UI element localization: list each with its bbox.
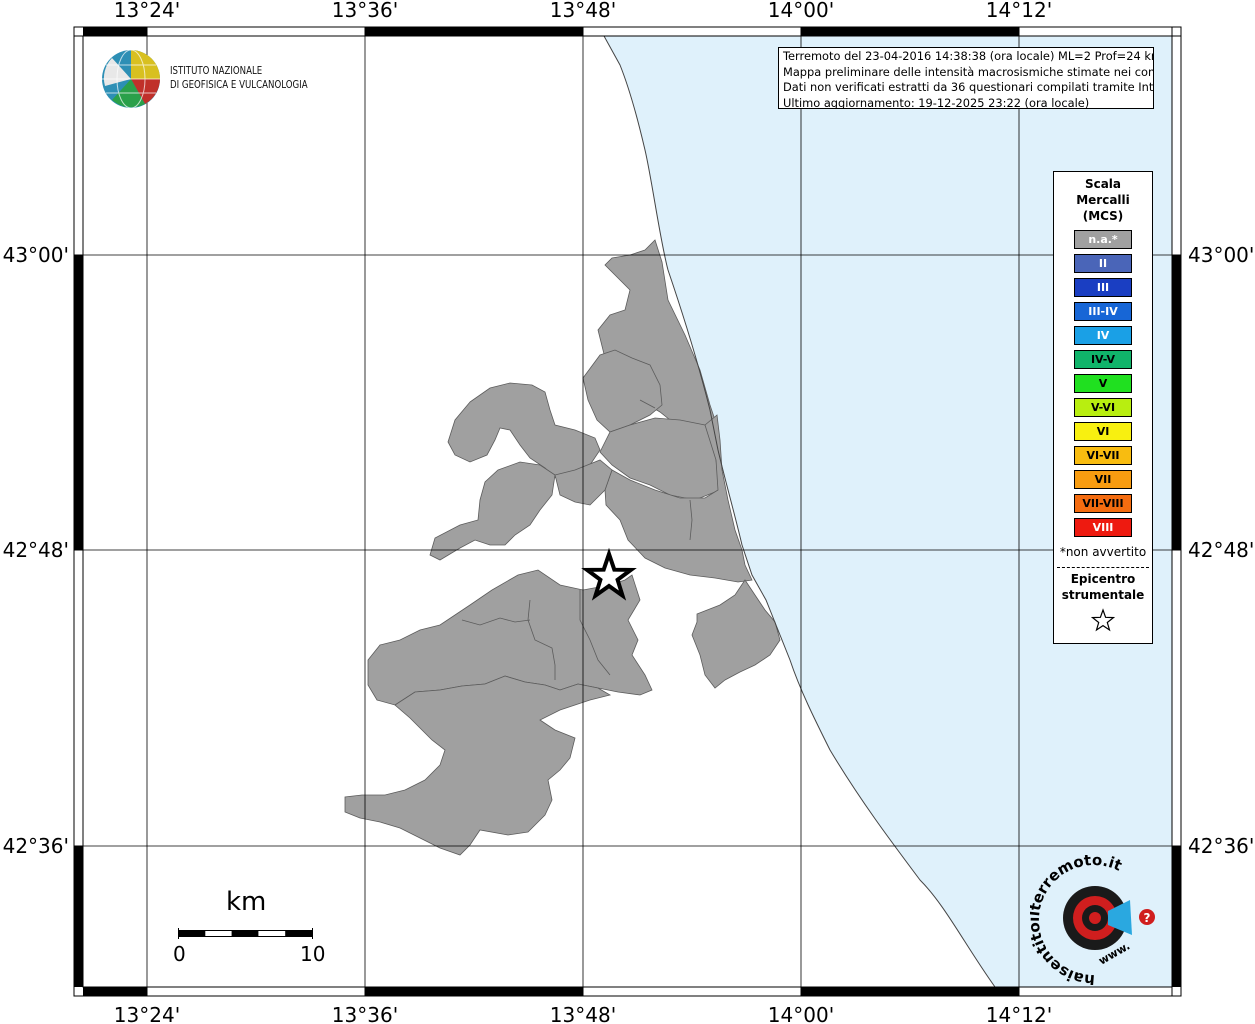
legend-item: VII-VIII <box>1074 494 1132 513</box>
info-line-1: Terremoto del 23-04-2016 14:38:38 (ora l… <box>783 49 1154 63</box>
legend-title-line: (MCS) <box>1082 209 1124 223</box>
scale-bar-graphic <box>178 928 313 939</box>
legend-item: III-IV <box>1074 302 1132 321</box>
legend-star-icon <box>1091 608 1115 632</box>
lat-label-right: 42°48' <box>1188 538 1254 562</box>
lat-label-left: 42°48' <box>3 538 69 562</box>
legend-title-line: Mercalli <box>1076 193 1130 207</box>
lon-label-top: 14°00' <box>768 0 834 22</box>
logo-line-2: DI GEOFISICA E VULCANOLOGIA <box>170 79 308 91</box>
legend-item: IV-V <box>1074 350 1132 369</box>
scale-bar: km 0 10 <box>168 886 338 976</box>
legend-title: Scala Mercalli (MCS) <box>1054 176 1152 224</box>
legend-item: VI-VII <box>1074 446 1132 465</box>
ingv-logo: ISTITUTO NAZIONALE DI GEOFISICA E VULCAN… <box>100 48 330 110</box>
mcs-legend: Scala Mercalli (MCS) *non avvertito Epic… <box>1053 171 1153 644</box>
legend-item: V <box>1074 374 1132 393</box>
legend-item: n.a.* <box>1074 230 1132 249</box>
legend-item: VIII <box>1074 518 1132 537</box>
municipality-area <box>344 675 612 856</box>
scale-max-label: 10 <box>300 942 326 966</box>
lon-label-top: 13°36' <box>332 0 398 22</box>
legend-item: IV <box>1074 326 1132 345</box>
legend-item: II <box>1074 254 1132 273</box>
logo-line-1: ISTITUTO NAZIONALE <box>170 65 263 77</box>
scale-unit-label: km <box>226 887 267 917</box>
ingv-globe-icon <box>102 49 160 109</box>
legend-note: *non avvertito <box>1059 545 1147 559</box>
lon-label-top: 14°12' <box>986 0 1052 22</box>
info-line-2: Mappa preliminare delle intensità macros… <box>783 64 1154 79</box>
haisentito-logo: haisentitoilterremoto.it www. ? <box>1030 855 1155 985</box>
legend-epicenter-line: strumentale <box>1061 588 1145 602</box>
legend-item: III <box>1074 278 1132 297</box>
lat-label-left: 43°00' <box>3 243 69 267</box>
lat-label-right: 42°36' <box>1188 834 1254 858</box>
lon-label-bottom: 14°00' <box>768 1003 834 1024</box>
lat-label-left: 42°36' <box>3 834 69 858</box>
legend-item: VI <box>1074 422 1132 441</box>
lon-label-bottom: 13°36' <box>332 1003 398 1024</box>
info-line-3: Dati non verificati estratti da 36 quest… <box>783 80 1154 94</box>
event-info-box: Terremoto del 23-04-2016 14:38:38 (ora l… <box>778 47 1154 109</box>
legend-divider <box>1057 567 1149 568</box>
legend-title-line: Scala <box>1084 177 1122 191</box>
lon-label-bottom: 13°48' <box>550 1003 616 1024</box>
info-line-4: Ultimo aggiornamento: 19-12-2025 23:22 (… <box>783 95 1090 109</box>
svg-text:?: ? <box>1144 911 1151 925</box>
lon-label-bottom: 14°12' <box>986 1003 1052 1024</box>
legend-epicenter-line: Epicentro <box>1070 572 1136 586</box>
legend-item: V-VI <box>1074 398 1132 417</box>
lon-label-top: 13°24' <box>114 0 180 22</box>
municipality-area <box>429 461 556 561</box>
lon-label-bottom: 13°24' <box>114 1003 180 1024</box>
legend-item: VII <box>1074 470 1132 489</box>
lon-label-top: 13°48' <box>550 0 616 22</box>
legend-epicenter-label: Epicentro strumentale <box>1054 571 1152 603</box>
scale-min-label: 0 <box>173 942 186 966</box>
lat-label-right: 43°00' <box>1188 243 1254 267</box>
